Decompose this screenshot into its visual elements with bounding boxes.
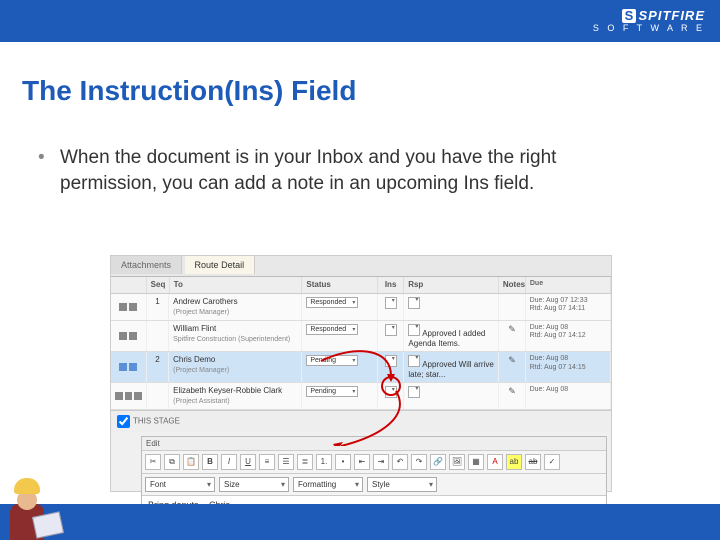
ins-select[interactable] <box>385 355 397 367</box>
rsp-select[interactable] <box>408 324 420 336</box>
status-select[interactable]: Pending <box>306 355 358 366</box>
status-select[interactable]: Responded <box>306 297 358 308</box>
ins-select[interactable] <box>385 297 397 309</box>
row-icon <box>129 363 137 371</box>
header-bar: SSPITFIRE S O F T W A R E <box>0 0 720 42</box>
row-icon <box>129 332 137 340</box>
italic-icon[interactable]: I <box>221 454 237 470</box>
table-row: 1 Andrew Carothers(Project Manager) Resp… <box>111 294 611 321</box>
ins-select[interactable] <box>385 324 397 336</box>
link-icon[interactable]: 🔗 <box>430 454 446 470</box>
notes-icon[interactable]: ✎ <box>508 386 516 396</box>
brand-logo: SSPITFIRE S O F T W A R E <box>593 8 705 33</box>
rsp-select[interactable] <box>408 386 420 398</box>
copy-icon[interactable]: ⧉ <box>164 454 180 470</box>
row-icon <box>134 392 142 400</box>
bold-icon[interactable]: B <box>202 454 218 470</box>
align-left-icon[interactable]: ≡ <box>259 454 275 470</box>
stage-checkbox-row: THIS STAGE <box>111 410 611 432</box>
font-select[interactable]: Font <box>145 477 215 492</box>
size-select[interactable]: Size <box>219 477 289 492</box>
ins-select[interactable] <box>385 386 397 398</box>
status-select[interactable]: Pending <box>306 386 358 397</box>
editor-label: Edit <box>142 437 606 451</box>
cut-icon[interactable]: ✂ <box>145 454 161 470</box>
row-icon <box>129 303 137 311</box>
redo-icon[interactable]: ↷ <box>411 454 427 470</box>
table-row: Elizabeth Keyser-Robbie Clark(Project As… <box>111 383 611 410</box>
table-row: William FlintSpitfire Construction (Supe… <box>111 321 611 352</box>
tab-route-detail[interactable]: Route Detail <box>185 256 256 274</box>
screenshot-panel: Attachments Route Detail Seq To Status I… <box>110 255 612 492</box>
status-select[interactable]: Responded <box>306 324 358 335</box>
align-center-icon[interactable]: ☰ <box>278 454 294 470</box>
paste-icon[interactable]: 📋 <box>183 454 199 470</box>
row-icon <box>125 392 133 400</box>
row-icon <box>115 392 123 400</box>
list-ul-icon[interactable]: • <box>335 454 351 470</box>
table-row: 2 Chris Demo(Project Manager) Pending Ap… <box>111 352 611 383</box>
indent-icon[interactable]: ⇥ <box>373 454 389 470</box>
footer-bar <box>0 504 720 540</box>
row-icon <box>119 303 127 311</box>
worker-graphic <box>0 462 58 540</box>
bullet-text: When the document is in your Inbox and y… <box>60 145 620 196</box>
strike-icon[interactable]: ab <box>525 454 541 470</box>
row-icon <box>119 363 127 371</box>
formatting-select[interactable]: Formatting <box>293 477 363 492</box>
table-icon[interactable]: ▦ <box>468 454 484 470</box>
list-ol-icon[interactable]: 1. <box>316 454 332 470</box>
rsp-select[interactable] <box>408 297 420 309</box>
editor-toolbar: ✂ ⧉ 📋 B I U ≡ ☰ ≣ 1. • ⇤ ⇥ ↶ ↷ 🔗 🖼 ▦ A a… <box>142 451 606 474</box>
image-icon[interactable]: 🖼 <box>449 454 465 470</box>
notes-icon[interactable]: ✎ <box>508 324 516 334</box>
underline-icon[interactable]: U <box>240 454 256 470</box>
align-right-icon[interactable]: ≣ <box>297 454 313 470</box>
slide-title: The Instruction(Ins) Field <box>22 75 356 107</box>
highlight-icon[interactable]: ab <box>506 454 522 470</box>
rsp-select[interactable] <box>408 355 420 367</box>
grid-header: Seq To Status Ins Rsp Notes Due <box>111 277 611 294</box>
style-select[interactable]: Style <box>367 477 437 492</box>
tab-attachments[interactable]: Attachments <box>111 256 182 274</box>
undo-icon[interactable]: ↶ <box>392 454 408 470</box>
notes-icon[interactable]: ✎ <box>508 355 516 365</box>
editor-format-row: Font Size Formatting Style <box>142 474 606 496</box>
outdent-icon[interactable]: ⇤ <box>354 454 370 470</box>
this-stage-checkbox[interactable] <box>117 415 130 428</box>
row-icon <box>119 332 127 340</box>
spellcheck-icon[interactable]: ✓ <box>544 454 560 470</box>
color-icon[interactable]: A <box>487 454 503 470</box>
